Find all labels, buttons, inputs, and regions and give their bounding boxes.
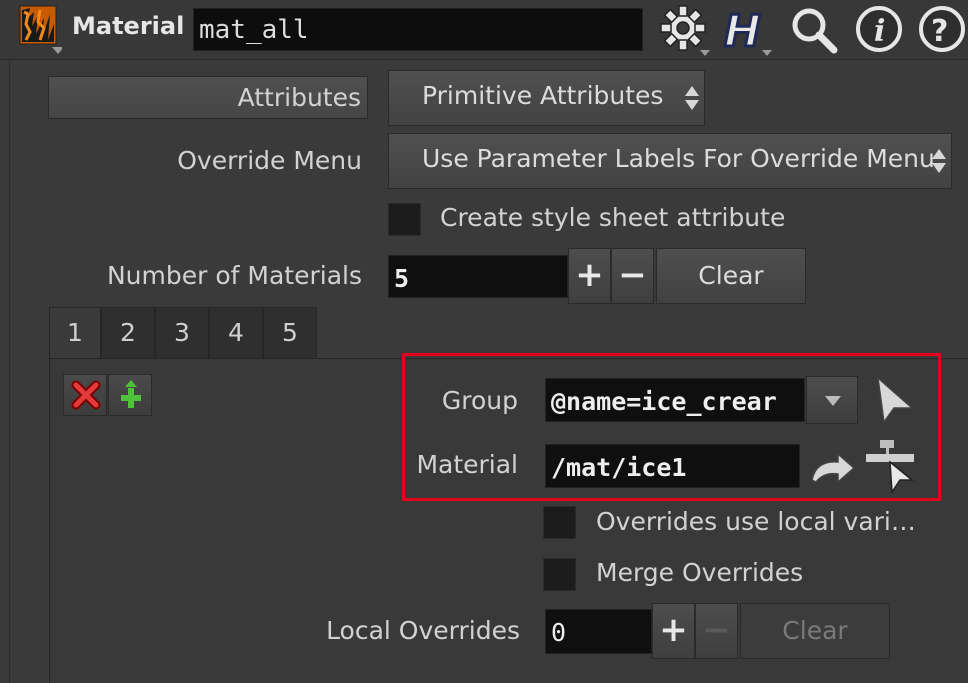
create-style-sheet-label: Create style sheet attribute — [440, 203, 786, 232]
svg-text:?: ? — [931, 14, 948, 49]
merge-overrides-label: Merge Overrides — [596, 558, 804, 587]
insert-plus-icon — [121, 380, 141, 408]
tab-5[interactable]: 5 — [263, 307, 317, 359]
remove-material-button[interactable]: − — [611, 248, 654, 304]
menu-arrows-icon — [682, 78, 702, 118]
override-menu-label: Override Menu — [177, 146, 362, 175]
node-type-label: Material — [72, 12, 185, 40]
search-icon[interactable] — [788, 4, 840, 56]
panel-divider — [9, 60, 10, 683]
num-materials-label: Number of Materials — [106, 261, 362, 290]
overrides-local-checkbox[interactable] — [543, 506, 576, 539]
clear-overrides-button[interactable]: Clear — [740, 603, 890, 659]
create-style-sheet-checkbox[interactable] — [388, 203, 421, 236]
add-material-button[interactable]: + — [568, 248, 611, 304]
houdini-help-icon[interactable]: H — [722, 4, 774, 59]
delete-x-icon — [71, 380, 101, 410]
svg-text:H: H — [724, 6, 761, 56]
tab-1[interactable]: 1 — [49, 307, 101, 359]
attributes-menu[interactable]: Primitive Attributes — [388, 70, 705, 126]
tab-4[interactable]: 4 — [209, 307, 263, 359]
insert-material-button[interactable] — [108, 374, 152, 416]
delete-material-button[interactable] — [63, 374, 107, 416]
local-overrides-field[interactable]: 0 — [545, 609, 652, 654]
num-materials-field[interactable]: 5 — [388, 255, 568, 298]
help-icon[interactable]: ? — [916, 4, 968, 56]
gear-icon[interactable] — [658, 4, 710, 56]
node-name-field[interactable]: mat_all — [193, 8, 643, 51]
merge-overrides-checkbox[interactable] — [543, 558, 576, 591]
attributes-menu-value: Primitive Attributes — [422, 81, 664, 110]
tab-2[interactable]: 2 — [101, 307, 155, 359]
parameter-header: Material mat_all H i ? — [0, 0, 968, 60]
override-menu[interactable]: Use Parameter Labels For Override Menu — [388, 133, 952, 189]
local-overrides-label: Local Overrides — [326, 616, 520, 645]
overrides-local-label: Overrides use local vari… — [596, 507, 916, 536]
attributes-label: Attributes — [48, 76, 368, 119]
add-override-button[interactable]: + — [652, 603, 695, 659]
menu-arrows-icon — [929, 141, 949, 181]
clear-materials-button[interactable]: Clear — [656, 248, 806, 304]
highlight-box — [402, 353, 941, 501]
remove-override-button[interactable]: − — [695, 603, 738, 659]
tab-3[interactable]: 3 — [155, 307, 209, 359]
node-type-icon[interactable] — [16, 4, 64, 54]
svg-text:i: i — [874, 14, 885, 49]
info-icon[interactable]: i — [854, 4, 906, 56]
override-menu-value: Use Parameter Labels For Override Menu — [422, 144, 935, 173]
